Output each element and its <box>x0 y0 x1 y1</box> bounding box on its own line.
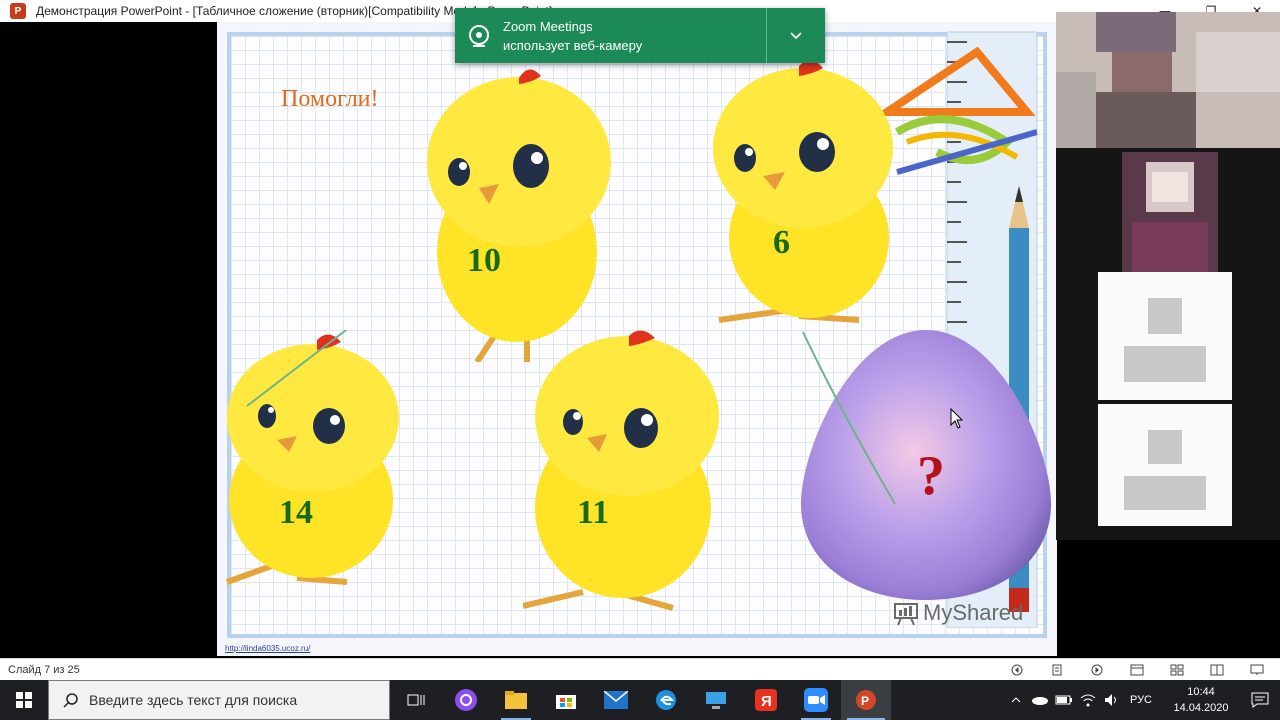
presentation-status-bar: Слайд 7 из 25 <box>0 658 1280 680</box>
participant-avatar-1[interactable] <box>1098 272 1232 400</box>
next-slide-icon[interactable] <box>1084 662 1110 678</box>
store-icon[interactable] <box>541 680 591 720</box>
system-tray: РУС 10:44 14.04.2020 <box>1004 680 1280 720</box>
chick-number: 6 <box>773 224 790 261</box>
participant-video-1[interactable] <box>1056 12 1280 148</box>
grid-view-icon[interactable] <box>1164 662 1190 678</box>
clock-date: 14.04.2020 <box>1173 702 1229 714</box>
chick-illustration <box>522 330 719 611</box>
search-placeholder: Введите здесь текст для поиска <box>89 692 298 708</box>
chick-14[interactable]: 14 <box>217 313 417 604</box>
chick-illustration <box>427 69 611 364</box>
notification-center-icon[interactable] <box>1240 680 1280 720</box>
slide-counter: Слайд 7 из 25 <box>8 663 80 676</box>
normal-view-icon[interactable] <box>1124 662 1150 678</box>
remote-desktop-icon[interactable] <box>691 680 741 720</box>
search-icon <box>63 693 78 708</box>
user-placeholder-icon <box>1098 404 1232 526</box>
chick-illustration <box>713 60 893 323</box>
zoom-webcam-notification[interactable]: Zoom Meetings использует веб-камеру <box>455 8 825 63</box>
slideshow-icon[interactable] <box>1244 662 1270 678</box>
windows-taskbar: Введите здесь текст для поиска Я P РУС 1… <box>0 680 1280 720</box>
participant-avatar-2[interactable] <box>1098 404 1232 526</box>
language-indicator[interactable]: РУС <box>1130 694 1152 706</box>
chick-illustration <box>225 313 399 585</box>
clock[interactable]: 10:44 14.04.2020 <box>1162 684 1240 716</box>
chick-11[interactable]: 11 <box>522 324 743 624</box>
powerpoint-icon: P <box>10 3 26 19</box>
slide-heading: Помогли! <box>281 86 379 112</box>
wifi-icon[interactable] <box>1076 680 1100 720</box>
mail-icon[interactable] <box>591 680 641 720</box>
yandex-browser-icon[interactable]: Я <box>741 680 791 720</box>
chick-number: 10 <box>467 242 501 279</box>
file-explorer-icon[interactable] <box>491 680 541 720</box>
svg-text:P: P <box>861 694 869 708</box>
svg-text:Я: Я <box>761 693 772 710</box>
powerpoint-taskbar-icon[interactable]: P <box>841 680 891 720</box>
chick-10[interactable]: 10 <box>407 62 627 366</box>
chick-number: 14 <box>279 494 313 531</box>
screen: P Демонстрация PowerPoint - [Табличное с… <box>0 0 1280 720</box>
taskbar-search-box[interactable]: Введите здесь текст для поиска <box>48 680 390 720</box>
mouse-cursor-icon <box>950 408 964 429</box>
chick-number: 11 <box>577 494 610 531</box>
chevron-down-icon[interactable] <box>767 31 825 40</box>
user-placeholder-icon <box>1098 272 1232 400</box>
clock-time: 10:44 <box>1187 686 1215 698</box>
webcam-icon <box>455 24 503 48</box>
battery-icon[interactable] <box>1052 680 1076 720</box>
source-link[interactable]: http://linda6035.ucoz.ru/ <box>225 644 310 653</box>
slide[interactable]: Помогли! 10 6 14 11 ? MyShared http://li… <box>217 22 1057 656</box>
question-mark: ? <box>917 445 945 507</box>
reading-view-icon[interactable] <box>1204 662 1230 678</box>
chick-6[interactable]: 6 <box>699 58 909 352</box>
windows-start-icon[interactable] <box>0 680 48 720</box>
onedrive-icon[interactable] <box>1028 680 1052 720</box>
video-participants-panel <box>1056 12 1280 540</box>
notification-message: использует веб-камеру <box>503 37 643 53</box>
view-controls <box>1004 662 1270 678</box>
task-view-icon[interactable] <box>391 680 441 720</box>
volume-icon[interactable] <box>1100 680 1124 720</box>
edge-browser-icon[interactable] <box>641 680 691 720</box>
watermark-text: MyShared <box>923 600 1024 625</box>
slide-sorter-icon[interactable] <box>1044 662 1070 678</box>
myshared-logo-icon <box>894 603 918 626</box>
myshared-watermark: MyShared <box>893 600 1023 626</box>
notification-text: Zoom Meetings использует веб-камеру <box>503 17 766 55</box>
question-egg[interactable]: ? <box>799 328 1053 608</box>
participant-video-2[interactable] <box>1122 152 1218 272</box>
previous-slide-icon[interactable] <box>1004 662 1030 678</box>
taskbar-apps: Я P <box>391 680 891 720</box>
zoom-icon[interactable] <box>791 680 841 720</box>
chevron-up-icon[interactable] <box>1004 680 1028 720</box>
notification-app-name: Zoom Meetings <box>503 18 593 34</box>
alice-assistant-icon[interactable] <box>441 680 491 720</box>
